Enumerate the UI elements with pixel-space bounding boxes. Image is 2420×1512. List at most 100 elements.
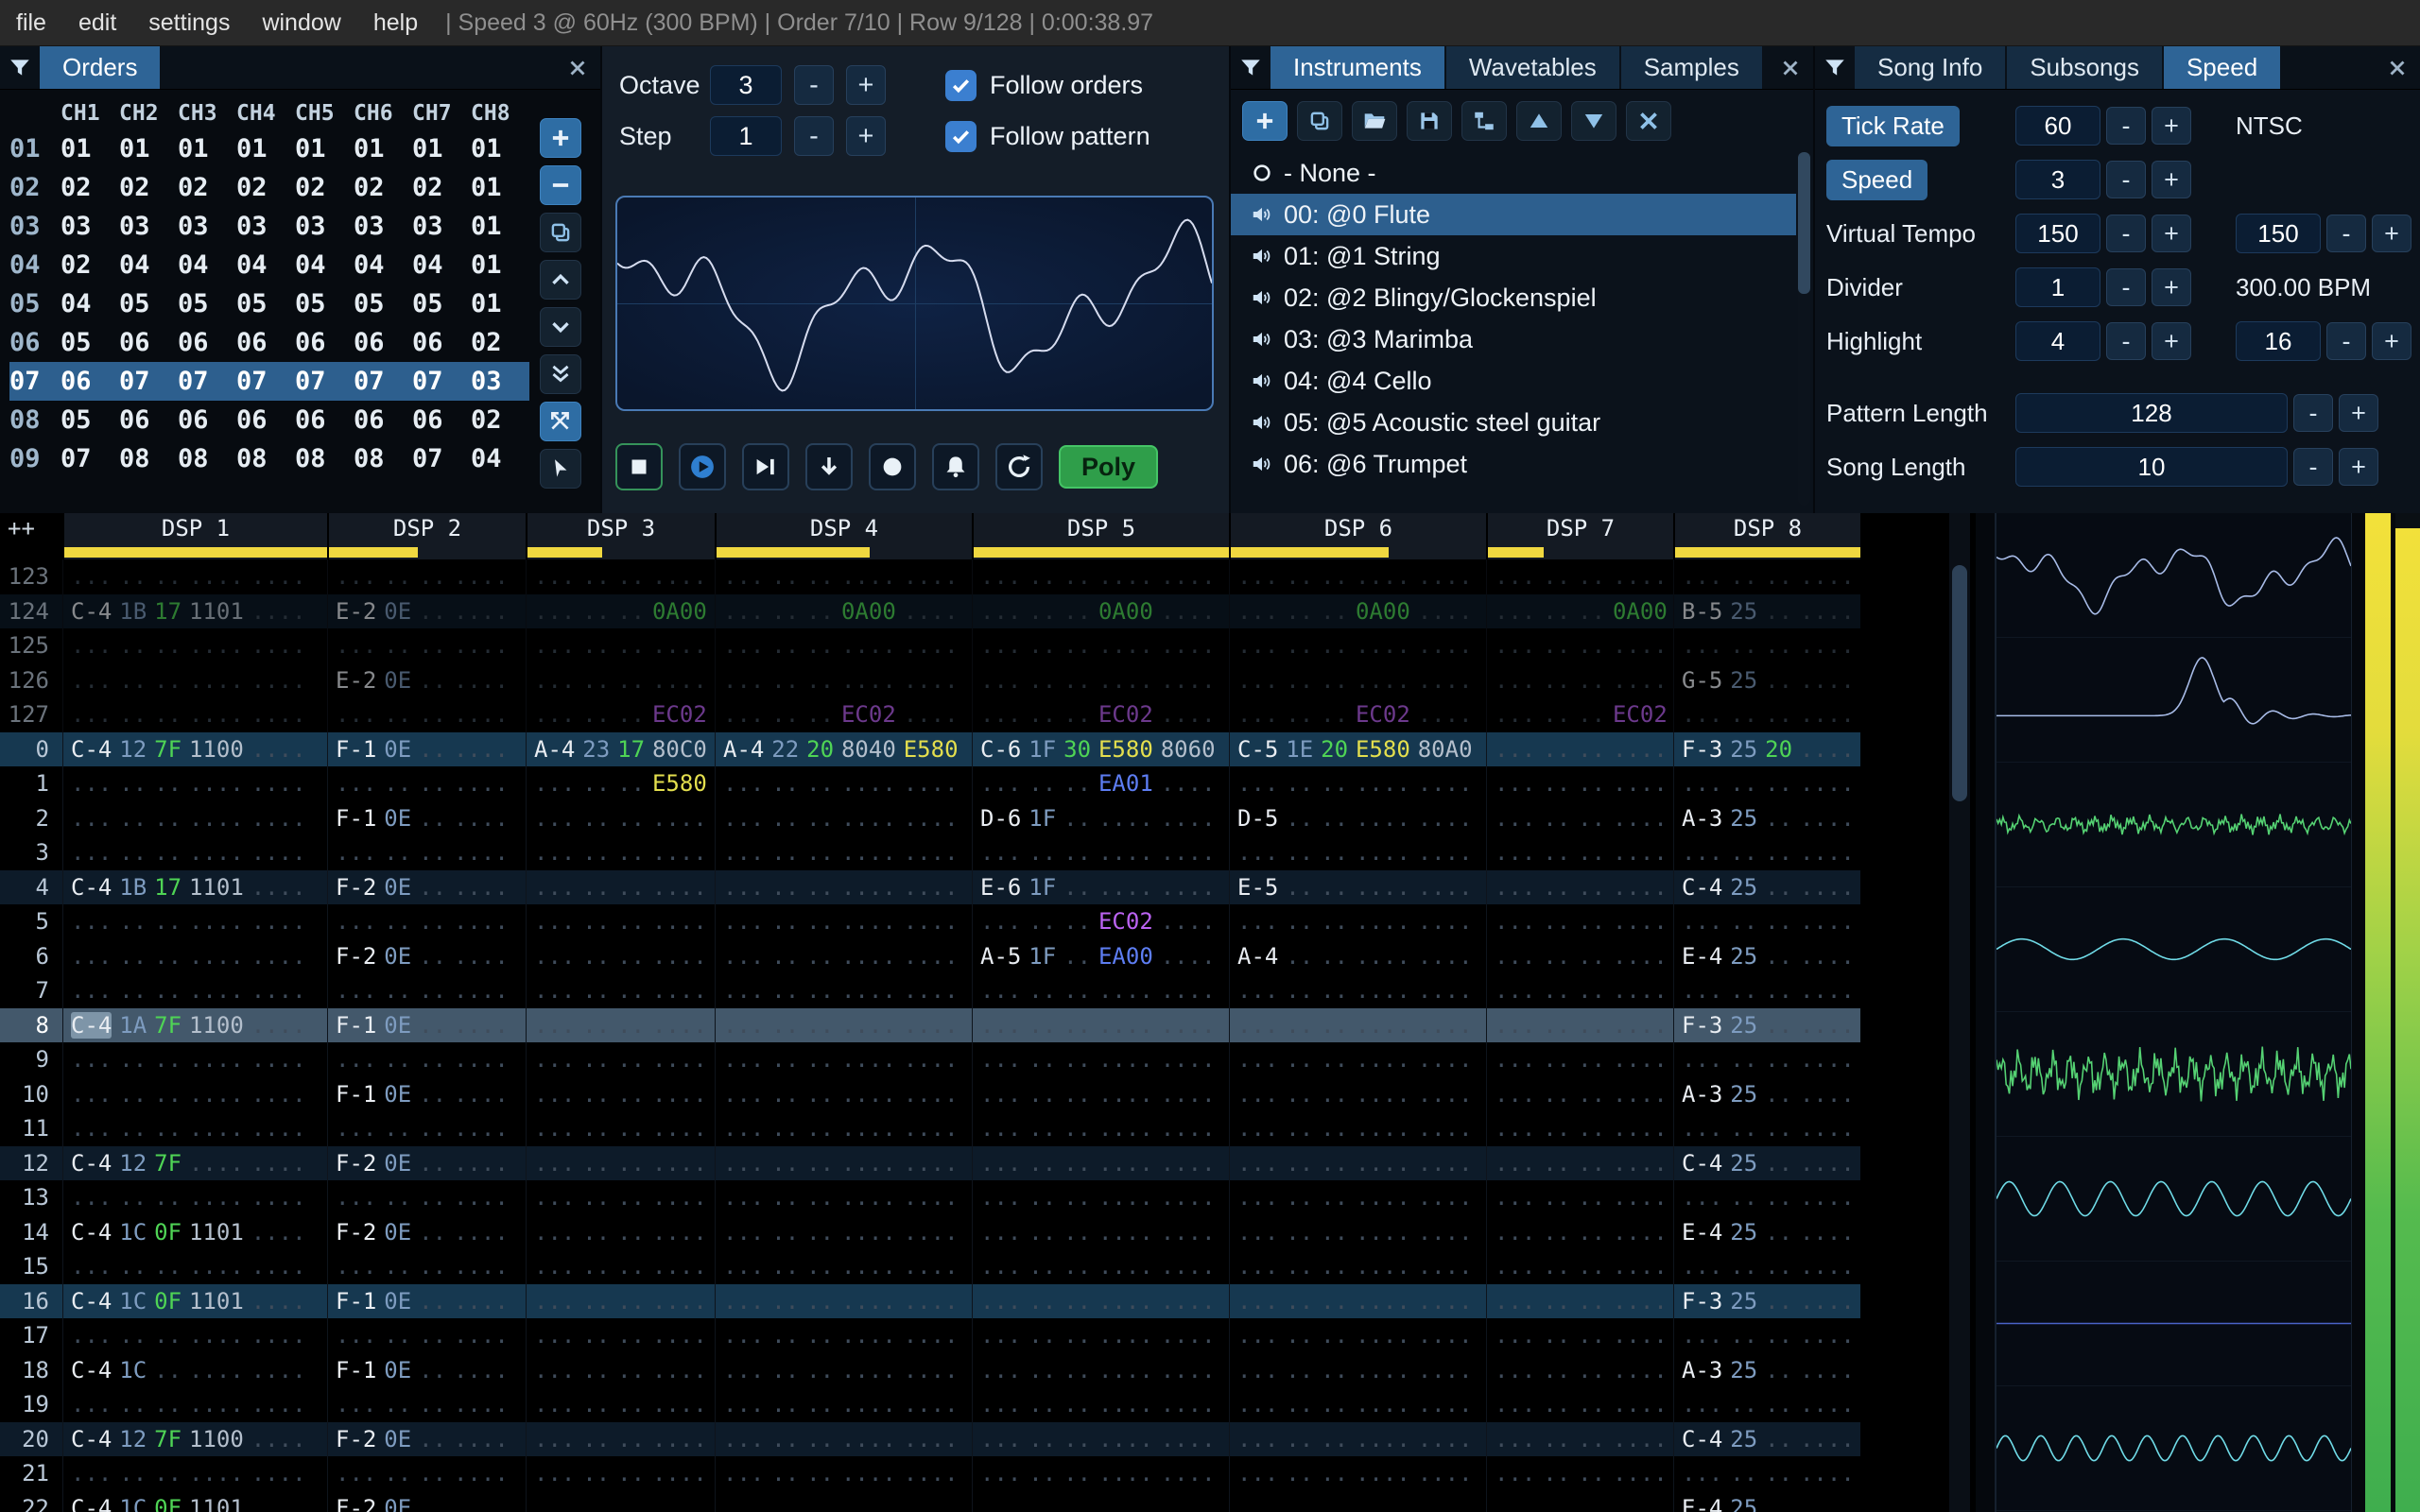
speed-decrement-button[interactable]: - [2106,161,2146,198]
tab-wavetables[interactable]: Wavetables [1445,46,1619,89]
orders-duplicate-end-button[interactable] [540,354,581,394]
pattern-cell[interactable]: ........... [1486,628,1673,663]
menu-edit[interactable]: edit [62,0,132,46]
orders-move-down-button[interactable] [540,307,581,347]
pattern-row[interactable]: 14 C-4 1C 0F 1101.... F-2 0E..................… [0,1214,1860,1249]
menu-help[interactable]: help [357,0,434,46]
pattern-cell[interactable]: ........... [1673,835,1860,870]
highlight-major-decrement[interactable]: - [2326,322,2366,360]
pattern-cell[interactable]: G-5 25...... [1673,662,1860,697]
stop-button[interactable] [615,443,663,490]
pattern-row[interactable]: 9.......................................… [0,1042,1860,1077]
pattern-cell[interactable]: ............... [972,1421,1229,1456]
pattern-cell[interactable]: C-6 1F 30 E580 8060 [972,731,1229,766]
pattern-cell[interactable]: ........... [1673,1180,1860,1215]
follow-pattern-checkbox[interactable] [945,120,977,152]
pattern-cell[interactable]: ............... [972,1111,1229,1146]
pattern-cell[interactable]: ........... [526,1007,715,1042]
pattern-cell[interactable]: ........... [526,1180,715,1215]
pattern-cell[interactable]: ............... [972,1249,1229,1284]
pattern-cell[interactable]: ........... [526,1145,715,1180]
orders-row[interactable]: 01 01 01 01 01 01 01 01 01 [9,129,529,168]
pattern-cell[interactable]: ............... [715,938,972,973]
pattern-cell[interactable]: F-2 0E...... [327,1490,526,1512]
pattern-cell[interactable]: ............... [1229,1387,1486,1422]
pattern-cell[interactable]: ........... [327,835,526,870]
orders-row[interactable]: 07 06 07 07 07 07 07 07 03 [9,362,529,401]
instrument-open-button[interactable] [1352,101,1397,141]
pattern-cell[interactable]: ............... [1229,1111,1486,1146]
pattern-cell[interactable]: ........... [1673,697,1860,732]
pattern-cell[interactable]: ............... [62,904,327,939]
pattern-cell[interactable]: ............... [715,1456,972,1491]
pattern-cell[interactable]: ............... [1229,1180,1486,1215]
pattern-cell[interactable]: ............... [715,1421,972,1456]
pattern-cell[interactable]: ........... [526,800,715,835]
octave-input[interactable]: 3 [710,65,782,105]
pattern-cell[interactable]: ............... [62,559,327,594]
pattern-cell[interactable]: ........... [526,904,715,939]
pattern-cell[interactable]: ....... EC02.... [972,904,1229,939]
pattern-cell[interactable]: ........... [526,1421,715,1456]
pattern-cell[interactable]: ........... [1486,904,1673,939]
pattern-cell[interactable]: ............... [62,662,327,697]
pattern-cell[interactable]: C-4 1B 17 1101.... [62,593,327,628]
tick-rate-increment-button[interactable]: + [2152,107,2191,145]
pattern-cell[interactable]: F-3 25...... [1673,1283,1860,1318]
instrument-item[interactable]: 06: @6 Trumpet [1231,443,1796,485]
pattern-row[interactable]: 6............... F-2 0E...................… [0,938,1860,973]
pattern-cell[interactable]: ........... [526,662,715,697]
virtual-tempo-numerator-increment[interactable]: + [2152,215,2191,252]
pattern-row[interactable]: 18 C-4 1C.......... F-1 0E..................… [0,1352,1860,1387]
pattern-cell[interactable]: ............... [972,1283,1229,1318]
pattern-cell[interactable]: F-2 0E...... [327,869,526,904]
channel-header[interactable]: DSP 6 [1229,513,1486,559]
poly-button[interactable]: Poly [1059,445,1159,489]
pattern-cell[interactable]: ....... 0A00 [526,593,715,628]
pattern-cell[interactable]: ....... EC02 [1486,697,1673,732]
pattern-row[interactable]: 0 C-4 12 7F 1100.... F-1 0E...... A-4 23 17 80C0 A-… [0,731,1860,766]
pattern-cell[interactable]: D-5............ [1229,800,1486,835]
pattern-cell[interactable]: ........... [1486,1421,1673,1456]
pattern-row[interactable]: 12 C-4 12 7F........ F-2 0E..................… [0,1145,1860,1180]
pattern-cell[interactable]: ........... [526,1249,715,1284]
pattern-row[interactable]: 10............... F-1 0E..................… [0,1076,1860,1111]
virtual-tempo-numerator-input[interactable]: 150 [2015,214,2100,253]
pattern-cell[interactable]: E-6 1F.......... [972,869,1229,904]
pattern-cell[interactable]: ........... [327,1456,526,1491]
divider-decrement-button[interactable]: - [2106,268,2146,306]
pattern-cell[interactable]: ........... [327,559,526,594]
pattern-cell[interactable]: ............... [715,1145,972,1180]
tab-song-info[interactable]: Song Info [1855,46,2006,89]
tick-rate-button[interactable]: Tick Rate [1826,105,1960,146]
pattern-cell[interactable]: ........... [1486,731,1673,766]
channel-header[interactable]: DSP 8 [1673,513,1860,559]
pattern-cell[interactable]: ........... [1673,1318,1860,1353]
pattern-cell[interactable]: ........... [1486,835,1673,870]
virtual-tempo-denominator-input[interactable]: 150 [2236,214,2321,253]
pattern-cell[interactable]: ............... [715,766,972,801]
orders-row[interactable]: 05 04 05 05 05 05 05 05 01 [9,284,529,323]
menu-settings[interactable]: settings [132,0,246,46]
pattern-row[interactable]: 124 C-4 1B 17 1101.... E-2 0E............. 0A00… [0,593,1860,628]
pattern-cell[interactable]: ........... [526,1042,715,1077]
instruments-menu-button[interactable] [1231,46,1270,89]
tab-instruments[interactable]: Instruments [1270,46,1444,89]
pattern-cell[interactable]: ........... [1486,1387,1673,1422]
pattern-cell[interactable]: ........... [327,697,526,732]
orders-duplicate-button[interactable] [540,213,581,252]
pattern-row[interactable]: 13......................................… [0,1180,1860,1215]
pattern-cell[interactable]: ............... [972,973,1229,1008]
pattern-cell[interactable]: ............... [62,835,327,870]
expand-channels-button[interactable]: ++ [0,513,62,559]
speed-button[interactable]: Speed [1826,159,1928,200]
channel-header[interactable]: DSP 7 [1486,513,1673,559]
pattern-cell[interactable]: ........... [1673,559,1860,594]
step-increment-button[interactable]: + [846,116,886,156]
pattern-cell[interactable]: ............... [62,766,327,801]
pattern-cell[interactable]: ............... [62,1042,327,1077]
pattern-cell[interactable]: ............... [715,1490,972,1512]
pattern-row[interactable]: 17......................................… [0,1318,1860,1353]
octave-decrement-button[interactable]: - [794,65,834,105]
menu-file[interactable]: file [0,0,62,46]
